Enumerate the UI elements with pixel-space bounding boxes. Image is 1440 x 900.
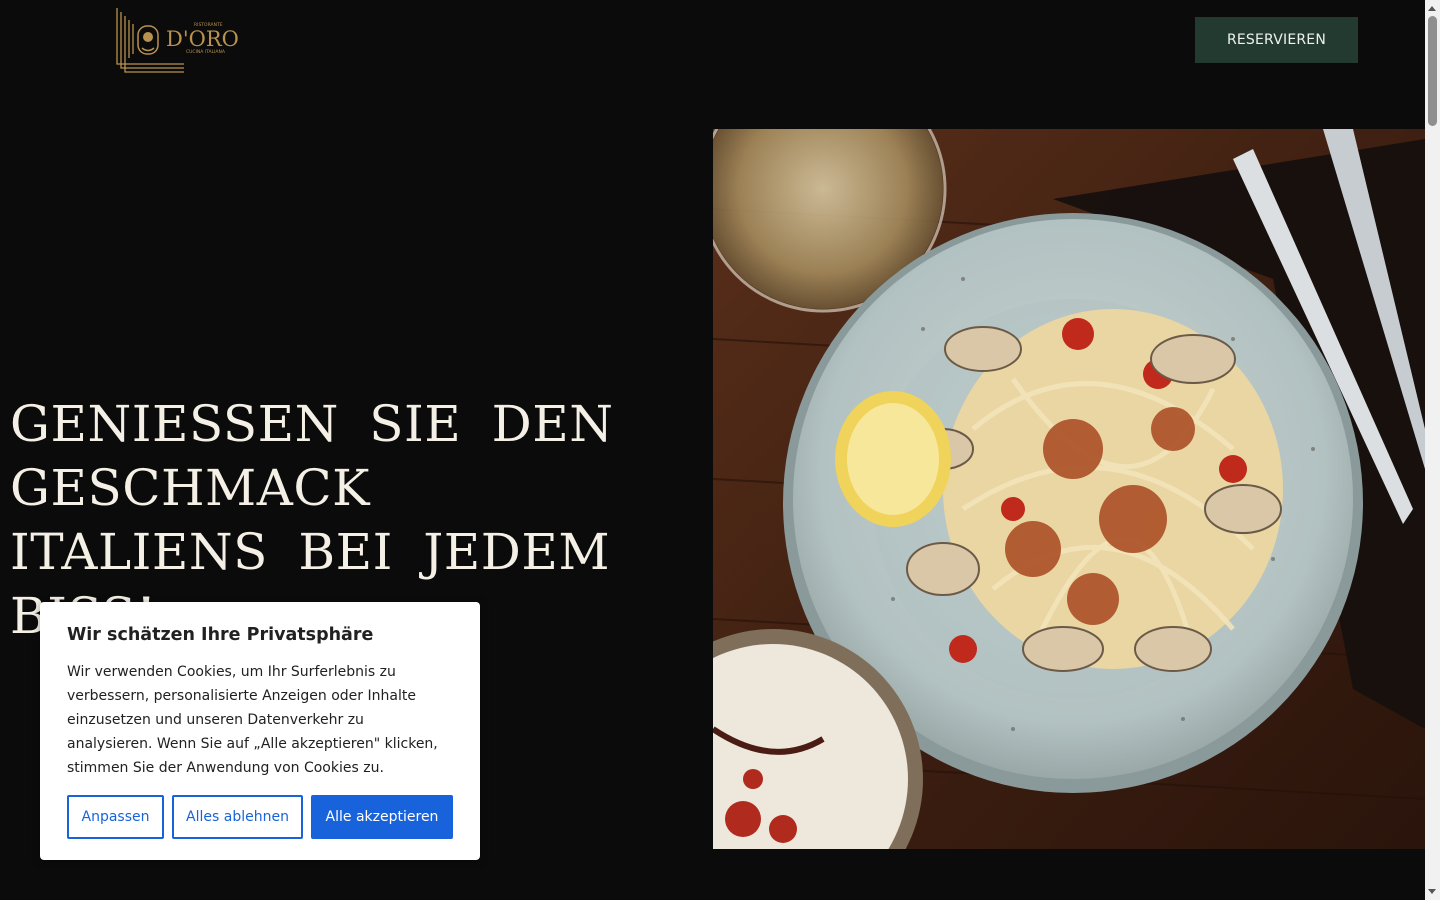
cookie-banner-text: Wir verwenden Cookies, um Ihr Surferlebn… bbox=[67, 664, 438, 776]
cookie-button-group: Anpassen Alles ablehnen Alle akzeptieren bbox=[67, 795, 453, 839]
page-scrollbar[interactable] bbox=[1425, 0, 1440, 900]
scrollbar-thumb[interactable] bbox=[1428, 16, 1437, 126]
accept-all-cookies-button[interactable]: Alle akzeptieren bbox=[311, 795, 453, 839]
reject-all-cookies-button[interactable]: Alles ablehnen bbox=[172, 795, 303, 839]
reserve-button[interactable]: RESERVIEREN bbox=[1195, 17, 1358, 63]
hero-dish-image bbox=[713, 129, 1425, 849]
restaurant-logo[interactable]: RISTORANTE D'ORO CUCINA ITALIANA bbox=[114, 6, 264, 76]
logo-emblem-icon bbox=[137, 25, 159, 55]
customize-cookies-button[interactable]: Anpassen bbox=[67, 795, 164, 839]
cookie-banner-title: Wir schätzen Ihre Privatsphäre bbox=[67, 625, 374, 645]
logo-tagline-bottom: CUCINA ITALIANA bbox=[186, 49, 226, 55]
cookie-consent-banner: Wir schätzen Ihre Privatsphäre Wir verwe… bbox=[40, 602, 480, 860]
logo-brand-text: D'ORO bbox=[166, 27, 239, 51]
scroll-down-arrow-icon[interactable] bbox=[1428, 889, 1436, 894]
scroll-up-arrow-icon[interactable] bbox=[1428, 6, 1436, 11]
